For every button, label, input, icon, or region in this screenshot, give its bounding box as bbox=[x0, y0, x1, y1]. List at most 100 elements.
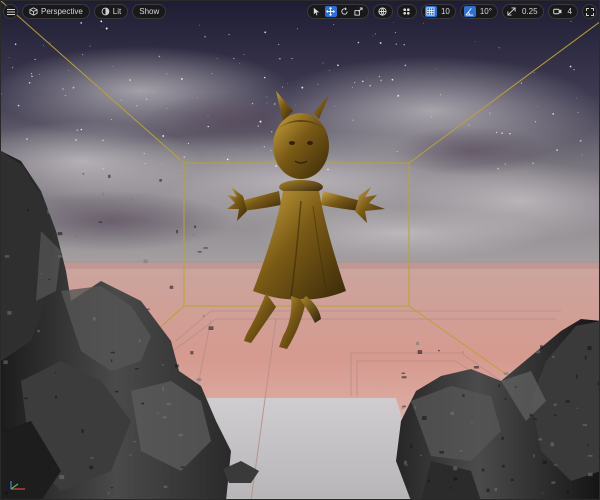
star bbox=[105, 27, 108, 30]
rock-texture-speck bbox=[439, 451, 444, 454]
camera-speed-value[interactable]: 4 bbox=[566, 7, 574, 16]
star bbox=[49, 42, 51, 43]
star bbox=[291, 58, 293, 60]
rock-texture-speck bbox=[584, 356, 587, 360]
translate-cross-icon[interactable] bbox=[324, 6, 337, 17]
star bbox=[266, 96, 268, 98]
star bbox=[369, 85, 371, 87]
rotation-snap-value[interactable]: 10° bbox=[478, 7, 494, 16]
rock-texture-speck bbox=[163, 485, 168, 488]
star bbox=[489, 112, 491, 114]
hamburger-menu-icon[interactable] bbox=[3, 4, 18, 19]
rock-texture-speck bbox=[74, 234, 77, 238]
star bbox=[296, 28, 298, 30]
rock-texture-speck bbox=[538, 438, 543, 441]
star bbox=[569, 65, 572, 68]
rock-texture-speck bbox=[27, 209, 29, 212]
star bbox=[207, 125, 209, 128]
perspective-cube-icon bbox=[29, 7, 38, 16]
star bbox=[14, 43, 17, 45]
star bbox=[102, 139, 104, 142]
rock-texture-speck bbox=[404, 460, 407, 465]
rock-texture-speck bbox=[54, 372, 57, 374]
show-button[interactable]: Show bbox=[132, 4, 167, 19]
grid-snap-value[interactable]: 10 bbox=[439, 7, 452, 16]
camera-speed-control[interactable]: 4 bbox=[547, 4, 578, 19]
rock-texture-speck bbox=[108, 174, 111, 178]
rock-texture-speck bbox=[462, 351, 464, 354]
maximize-icon[interactable] bbox=[582, 4, 597, 19]
star bbox=[273, 103, 276, 105]
star bbox=[257, 125, 260, 127]
rock-texture-speck bbox=[588, 472, 593, 477]
rock-texture-speck bbox=[553, 464, 558, 466]
rock-texture-speck bbox=[133, 441, 137, 443]
rock-texture-speck bbox=[143, 259, 148, 264]
world-globe-icon[interactable] bbox=[377, 6, 389, 17]
viewport-scene[interactable] bbox=[1, 1, 600, 500]
star bbox=[301, 86, 304, 89]
scale-snap-icon[interactable] bbox=[506, 6, 518, 17]
rock-texture-speck bbox=[449, 486, 452, 489]
star bbox=[259, 120, 262, 123]
rotate-icon[interactable] bbox=[339, 6, 351, 17]
star bbox=[166, 73, 168, 75]
camera-speed-icon[interactable] bbox=[552, 6, 564, 17]
star bbox=[266, 103, 268, 104]
rock-texture-speck bbox=[587, 455, 593, 457]
grid-snap-icon[interactable] bbox=[424, 6, 437, 17]
star bbox=[39, 73, 40, 75]
rock-texture-speck bbox=[486, 488, 490, 493]
rotation-snap-control[interactable]: 10° bbox=[459, 4, 498, 19]
select-arrow-icon[interactable] bbox=[311, 6, 323, 17]
rock-texture-speck bbox=[481, 468, 485, 472]
star bbox=[275, 165, 278, 168]
rock-texture-speck bbox=[57, 232, 63, 236]
star bbox=[361, 80, 364, 83]
star bbox=[573, 69, 575, 71]
surface-snap-icon[interactable] bbox=[401, 6, 413, 17]
perspective-label: Perspective bbox=[41, 7, 83, 16]
star bbox=[533, 72, 535, 74]
world-local-toggle[interactable] bbox=[372, 4, 393, 19]
star bbox=[264, 76, 266, 79]
rock-texture-speck bbox=[473, 366, 479, 369]
view-mode-button[interactable]: Lit bbox=[93, 4, 129, 19]
level-viewport[interactable]: Perspective Lit Show 10 10° 0.25 4 bbox=[0, 0, 600, 500]
star bbox=[264, 31, 267, 34]
scale-snap-control[interactable]: 0.25 bbox=[501, 4, 544, 19]
rock-texture-speck bbox=[110, 351, 115, 354]
rock-texture-speck bbox=[208, 326, 214, 330]
star bbox=[537, 105, 538, 107]
angle-snap-icon[interactable] bbox=[463, 6, 476, 17]
rock-texture-speck bbox=[554, 414, 557, 416]
rock-texture-speck bbox=[503, 372, 509, 375]
surface-snap-toggle[interactable] bbox=[396, 4, 417, 19]
perspective-button[interactable]: Perspective bbox=[22, 4, 90, 19]
rock-texture-speck bbox=[59, 475, 65, 480]
star bbox=[42, 44, 44, 46]
star bbox=[366, 78, 368, 79]
rock-texture-speck bbox=[438, 349, 440, 352]
star bbox=[158, 55, 161, 58]
rock-texture-speck bbox=[422, 416, 427, 420]
star bbox=[28, 82, 31, 84]
scale-snap-value[interactable]: 0.25 bbox=[520, 7, 540, 16]
view-mode-label: Lit bbox=[112, 7, 122, 16]
rock-texture-speck bbox=[565, 400, 570, 403]
star bbox=[89, 45, 91, 47]
star bbox=[423, 22, 425, 24]
star bbox=[468, 124, 470, 126]
star bbox=[482, 82, 483, 84]
grid-snap-control[interactable]: 10 bbox=[420, 4, 456, 19]
rock-texture-speck bbox=[58, 255, 63, 258]
star bbox=[570, 20, 572, 22]
star bbox=[497, 167, 500, 170]
rock-texture-speck bbox=[93, 317, 96, 321]
rock-texture-speck bbox=[175, 364, 179, 368]
rock-texture-speck bbox=[194, 225, 196, 228]
scale-icon[interactable] bbox=[353, 6, 365, 17]
rock-texture-speck bbox=[82, 173, 85, 175]
rock-texture-speck bbox=[196, 378, 202, 382]
rock-texture-speck bbox=[110, 487, 113, 489]
